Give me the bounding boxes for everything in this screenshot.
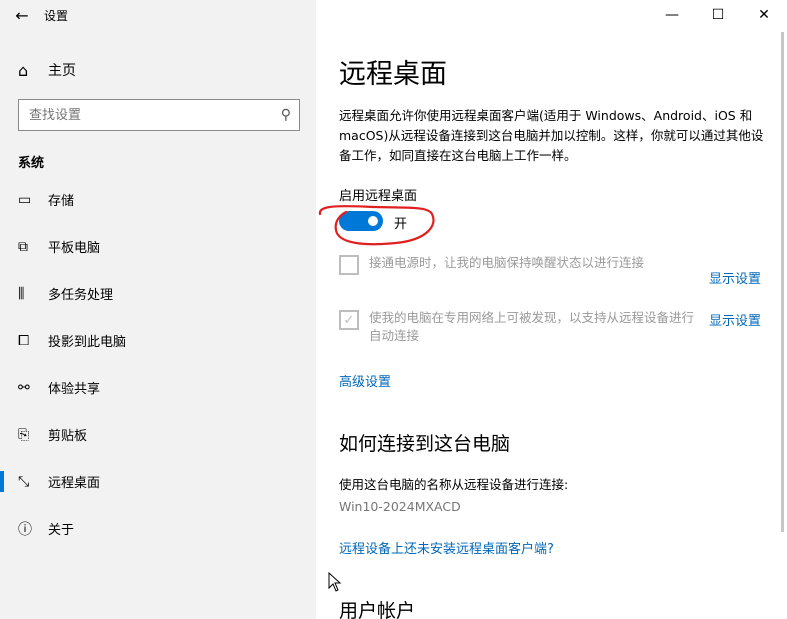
home-icon: ⌂ (18, 60, 29, 80)
show-settings-link-1[interactable]: 显示设置 (709, 268, 761, 287)
sidebar-item-storage[interactable]: ▭ 存储 (0, 176, 316, 223)
use-name-text: 使用这台电脑的名称从远程设备进行连接: (339, 477, 569, 492)
keep-awake-label: 接通电源时，让我的电脑保持唤醒状态以进行连接 (369, 255, 645, 270)
sidebar-item-label: 远程桌面 (48, 476, 101, 491)
minimize-icon: — (665, 7, 679, 23)
maximize-icon: ☐ (711, 7, 725, 23)
tablet-icon: ⧉ (18, 238, 28, 255)
sidebar-item-label: 存储 (48, 194, 75, 209)
sidebar-item-label: 多任务处理 (48, 288, 114, 303)
maximize-button[interactable]: ☐ (695, 0, 741, 30)
sidebar-item-multitasking[interactable]: ⫼ 多任务处理 (0, 270, 316, 317)
user-accounts-heading: 用户帐户 (339, 600, 416, 619)
storage-icon: ▭ (18, 191, 32, 208)
close-icon: ✕ (758, 7, 770, 23)
app-title: 设置 (44, 8, 69, 23)
pc-name: Win10-2024MXACD (339, 499, 461, 514)
search-input[interactable] (29, 107, 281, 123)
show-settings-link-2[interactable]: 显示设置 (709, 310, 761, 329)
sidebar-item-label: 投影到此电脑 (48, 335, 127, 350)
scrollbar[interactable] (781, 32, 784, 532)
sidebar-nav: ▭ 存储 ⧉ 平板电脑 ⫼ 多任务处理 ⧠ 投影到此电脑 ⚯ 体验共享 ⎘ 剪贴… (0, 176, 316, 552)
checkmark-icon: ✓ (343, 312, 355, 328)
red-ellipse-annotation (318, 205, 435, 246)
sidebar-item-tablet[interactable]: ⧉ 平板电脑 (0, 223, 316, 270)
sidebar-item-about[interactable]: ⓘ 关于 (0, 505, 316, 552)
sidebar-item-project[interactable]: ⧠ 投影到此电脑 (0, 317, 316, 364)
mouse-cursor-icon (328, 572, 342, 592)
sidebar-item-clipboard[interactable]: ⎘ 剪贴板 (0, 411, 316, 458)
back-button[interactable]: ← (0, 0, 44, 30)
info-icon: ⓘ (18, 521, 32, 538)
settings-window: ← 设置 ⌂ 主页 ⚲ 系统 ▭ 存储 ⧉ 平板电脑 ⫼ 多任务处理 (0, 0, 787, 619)
sidebar-item-shared-experiences[interactable]: ⚯ 体验共享 (0, 364, 316, 411)
section-label-system: 系统 (18, 156, 45, 171)
minimize-button[interactable]: — (649, 0, 695, 30)
toggle-state-text: 开 (394, 217, 408, 232)
sidebar-item-label: 剪贴板 (48, 429, 88, 444)
page-description: 远程桌面允许你使用远程桌面客户端(适用于 Windows、Android、iOS… (339, 108, 764, 163)
sidebar-item-label: 平板电脑 (48, 241, 101, 256)
keep-awake-option: 接通电源时，让我的电脑保持唤醒状态以进行连接 (339, 254, 699, 275)
sidebar-item-label: 关于 (48, 523, 75, 538)
discoverable-checkbox[interactable]: ✓ (339, 310, 359, 330)
how-to-connect-heading: 如何连接到这台电脑 (339, 433, 511, 455)
sidebar-item-home[interactable]: ⌂ 主页 (0, 54, 316, 86)
discoverable-label: 使我的电脑在专用网络上可被发现，以支持从远程设备进行自动连接 (369, 310, 695, 343)
sidebar-item-remote-desktop[interactable]: ⤡ 远程桌面 (0, 458, 316, 505)
multitasking-icon: ⫼ (18, 285, 25, 302)
main-content: 远程桌面 远程桌面允许你使用远程桌面客户端(适用于 Windows、Androi… (316, 0, 787, 619)
sidebar-item-label: 主页 (48, 63, 76, 79)
advanced-settings-link[interactable]: 高级设置 (339, 371, 391, 390)
shared-experiences-icon: ⚯ (18, 379, 30, 396)
keep-awake-checkbox[interactable] (339, 255, 359, 275)
toggle-knob (368, 216, 378, 226)
remote-desktop-icon: ⤡ (18, 473, 30, 490)
close-button[interactable]: ✕ (741, 0, 787, 30)
search-box[interactable]: ⚲ (18, 99, 300, 131)
toggle-label: 启用远程桌面 (339, 189, 418, 204)
search-icon[interactable]: ⚲ (281, 107, 291, 123)
window-controls: — ☐ ✕ (649, 0, 787, 30)
back-arrow-icon: ← (15, 5, 29, 25)
no-client-link[interactable]: 远程设备上还未安装远程桌面客户端? (339, 538, 554, 557)
project-icon: ⧠ (18, 332, 30, 349)
discoverable-option: ✓ 使我的电脑在专用网络上可被发现，以支持从远程设备进行自动连接 (339, 309, 704, 345)
sidebar: ← 设置 ⌂ 主页 ⚲ 系统 ▭ 存储 ⧉ 平板电脑 ⫼ 多任务处理 (0, 0, 316, 619)
title-bar: ← 设置 (0, 0, 316, 30)
remote-desktop-toggle[interactable] (339, 211, 383, 231)
clipboard-icon: ⎘ (18, 426, 30, 443)
page-title: 远程桌面 (339, 59, 447, 90)
sidebar-item-label: 体验共享 (48, 382, 101, 397)
